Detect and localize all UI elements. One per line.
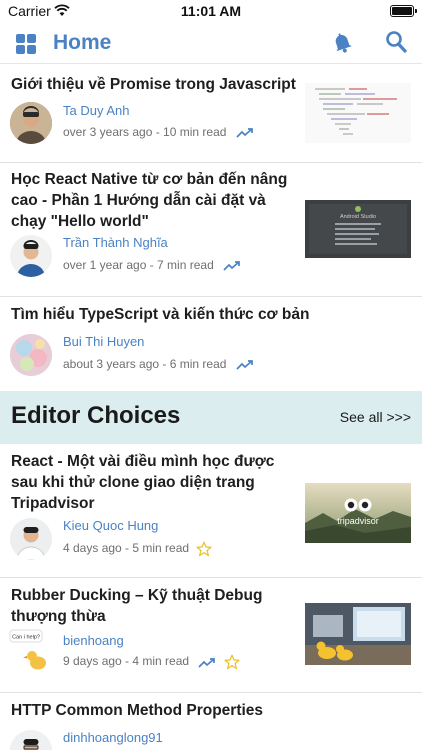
article-title[interactable]: Tìm hiểu TypeScript và kiến thức cơ bản	[11, 304, 311, 325]
article-title[interactable]: Rubber Ducking – Kỹ thuật Debug thượng t…	[11, 585, 276, 627]
thumbnail-caption: Android Studio	[340, 214, 376, 220]
author-name[interactable]: Bui Thi Huyen	[63, 334, 144, 349]
trending-icon	[236, 360, 253, 370]
star-icon	[196, 541, 213, 557]
editor-choices-header: Editor Choices See all >>>	[0, 391, 422, 444]
article-meta-text: about 3 years ago - 6 min read	[63, 357, 227, 371]
section-title: Editor Choices	[11, 402, 181, 429]
search-icon[interactable]	[385, 30, 407, 54]
article-meta: 4 days ago - 5 min read	[63, 541, 213, 557]
author-name[interactable]: Kieu Quoc Hung	[63, 518, 158, 533]
avatar-speech-text: Can i help?	[12, 635, 40, 641]
article-meta-text: over 3 years ago - 10 min read	[63, 125, 227, 139]
trending-icon	[223, 261, 240, 271]
article-thumbnail[interactable]	[305, 603, 411, 665]
article-meta: about 3 years ago - 6 min read	[63, 357, 254, 371]
author-name[interactable]: Ta Duy Anh	[63, 103, 130, 118]
author-avatar[interactable]	[10, 102, 52, 144]
article-meta: over 3 years ago - 10 min read	[63, 125, 254, 139]
trending-icon	[236, 128, 253, 138]
article-card[interactable]: React - Một vài điều mình học được sau k…	[0, 444, 422, 578]
author-avatar[interactable]	[10, 334, 52, 376]
author-avatar[interactable]: Can i help?	[9, 629, 52, 672]
article-meta: over 1 year ago - 7 min read	[63, 258, 241, 272]
author-avatar[interactable]	[10, 730, 52, 750]
author-name[interactable]: Trần Thành Nghĩa	[63, 235, 168, 250]
article-card[interactable]: HTTP Common Method Properties dinhhoangl…	[0, 693, 422, 750]
author-name[interactable]: dinhhoanglong91	[63, 730, 163, 745]
navigation-bar: Home	[0, 24, 422, 64]
author-avatar[interactable]	[10, 518, 52, 560]
article-feed[interactable]: Giới thiệu về Promise trong Javascript T…	[0, 65, 422, 750]
article-meta: 9 days ago - 4 min read	[63, 654, 240, 670]
article-title[interactable]: Giới thiệu về Promise trong Javascript	[11, 74, 301, 95]
article-card[interactable]: Học React Native từ cơ bản đến nâng cao …	[0, 163, 422, 297]
star-icon	[224, 654, 240, 670]
article-card[interactable]: Giới thiệu về Promise trong Javascript T…	[0, 65, 422, 163]
article-meta-text: 9 days ago - 4 min read	[63, 654, 190, 669]
status-time: 11:01 AM	[180, 3, 242, 19]
see-all-link[interactable]: See all >>>	[340, 409, 411, 425]
article-meta-text: 4 days ago - 5 min read	[63, 541, 190, 556]
article-meta-text: over 1 year ago - 7 min read	[63, 258, 214, 272]
article-thumbnail[interactable]	[305, 83, 411, 143]
author-name[interactable]: bienhoang	[63, 633, 124, 648]
article-thumbnail[interactable]: Android Studio	[305, 200, 411, 258]
grid-menu-icon[interactable]	[16, 34, 37, 55]
page-title: Home	[53, 31, 112, 54]
thumbnail-caption: tripadvisor	[337, 516, 379, 526]
article-card[interactable]: Rubber Ducking – Kỹ thuật Debug thượng t…	[0, 578, 422, 693]
article-title[interactable]: HTTP Common Method Properties	[11, 700, 311, 721]
article-card[interactable]: Tìm hiểu TypeScript và kiến thức cơ bản …	[0, 297, 422, 391]
battery-icon	[390, 5, 417, 17]
trending-icon	[198, 657, 216, 668]
article-title[interactable]: React - Một vài điều mình học được sau k…	[11, 451, 296, 514]
author-avatar[interactable]	[10, 235, 52, 277]
bell-icon[interactable]	[330, 30, 354, 54]
status-bar: Carrier 11:01 AM	[0, 0, 422, 24]
article-title[interactable]: Học React Native từ cơ bản đến nâng cao …	[11, 169, 296, 232]
article-thumbnail[interactable]: tripadvisor	[305, 483, 411, 543]
